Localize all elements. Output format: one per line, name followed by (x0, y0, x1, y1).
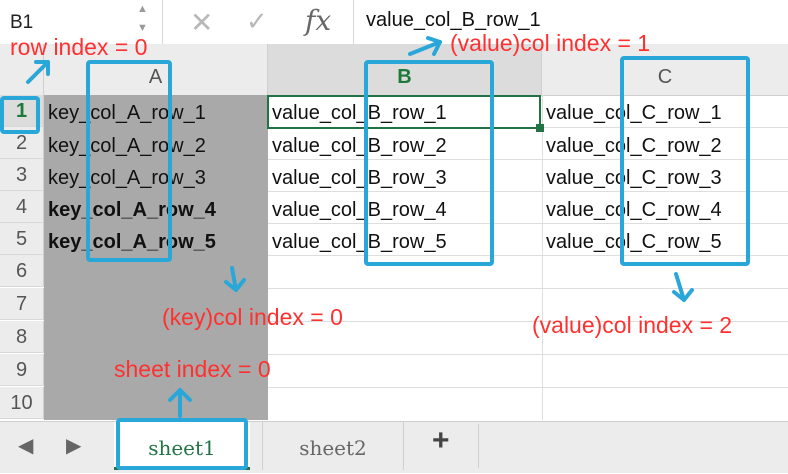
annotation-key-col-0: (key)col index = 0 (162, 304, 343, 330)
annotation-arrows (26, 36, 694, 418)
annotation-value-col-2: (value)col index = 2 (532, 312, 733, 338)
arrow-row-index (26, 60, 50, 84)
annotation-sheet-index: sheet index = 0 (114, 356, 271, 382)
annotation-value-col-1: (value)col index = 1 (450, 30, 651, 56)
annotation-row-index: row index = 0 (10, 34, 148, 60)
